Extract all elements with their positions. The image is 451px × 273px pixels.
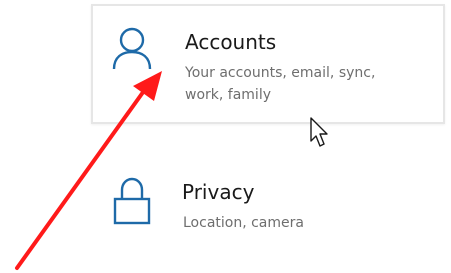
accounts-description-line2: work, family: [185, 87, 271, 103]
privacy-description: Location, camera: [183, 215, 304, 231]
settings-canvas: Accounts Your accounts, email, sync, wor…: [0, 0, 451, 273]
person-icon: [111, 26, 153, 74]
accounts-title: Accounts: [185, 30, 277, 54]
privacy-tile[interactable]: Privacy Location, camera: [91, 160, 445, 250]
privacy-title: Privacy: [182, 180, 255, 204]
accounts-tile[interactable]: Accounts Your accounts, email, sync, wor…: [91, 4, 445, 124]
lock-icon: [113, 177, 151, 229]
accounts-description-line1: Your accounts, email, sync,: [185, 65, 376, 81]
